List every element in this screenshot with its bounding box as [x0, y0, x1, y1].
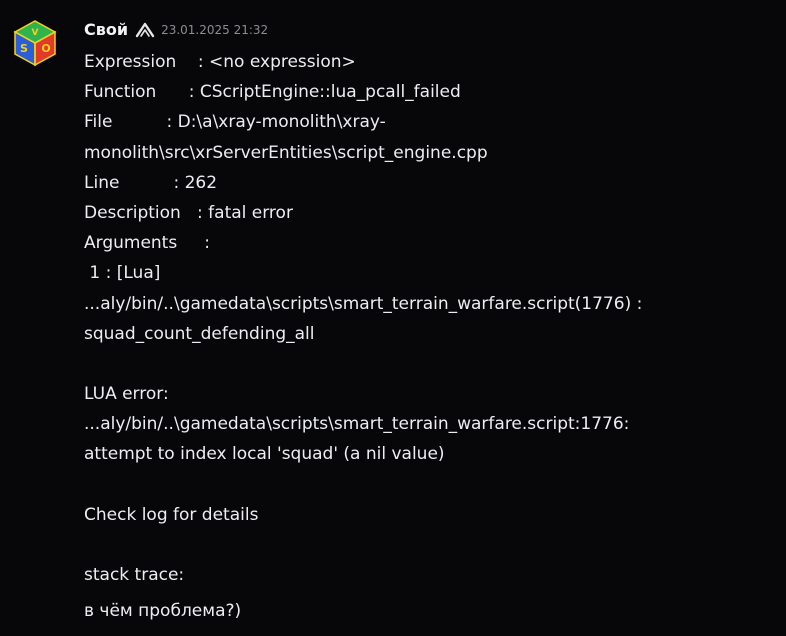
- user-avatar[interactable]: V S O: [11, 19, 59, 67]
- message-header: Свой 23.01.2025 21:32: [84, 17, 268, 41]
- content-line: ...aly/bin/..\gamedata\scripts\smart_ter…: [84, 293, 643, 314]
- followup-message: в чём проблема?): [84, 601, 242, 621]
- message-content: Expression : <no expression> Function : …: [84, 47, 774, 590]
- content-line-blank: [84, 530, 774, 560]
- content-line: Check log for details: [84, 504, 259, 525]
- content-line: monolith\src\xrServerEntities\script_eng…: [84, 142, 488, 163]
- content-line: attempt to index local 'squad' (a nil va…: [84, 444, 445, 465]
- chat-message: V S O Свой 23.01.2025 21:32 Expression :…: [0, 0, 786, 636]
- content-line: File : D:\a\xray-monolith\xray-: [84, 112, 386, 133]
- avatar-letter-s: S: [20, 42, 28, 55]
- message-timestamp[interactable]: 23.01.2025 21:32: [161, 23, 268, 37]
- content-line: LUA error:: [84, 384, 169, 405]
- content-line: Function : CScriptEngine::lua_pcall_fail…: [84, 82, 461, 103]
- content-line-blank: [84, 349, 774, 379]
- content-line: 1 : [Lua]: [84, 263, 161, 284]
- content-line: stack trace:: [84, 565, 185, 586]
- content-line-blank: [84, 470, 774, 500]
- chevron-up-icon[interactable]: [134, 19, 156, 39]
- cube-logo-icon: V S O: [13, 20, 57, 67]
- content-line: squad_count_defending_all: [84, 323, 315, 344]
- author-name[interactable]: Свой: [84, 20, 128, 39]
- content-line: ...aly/bin/..\gamedata\scripts\smart_ter…: [84, 414, 630, 435]
- avatar-letter-v: V: [32, 28, 39, 38]
- content-line: Arguments :: [84, 233, 210, 254]
- content-line: Description : fatal error: [84, 202, 293, 223]
- content-line: Expression : <no expression>: [84, 52, 356, 72]
- content-line: Line : 262: [84, 172, 218, 193]
- avatar-letter-o: O: [41, 42, 50, 55]
